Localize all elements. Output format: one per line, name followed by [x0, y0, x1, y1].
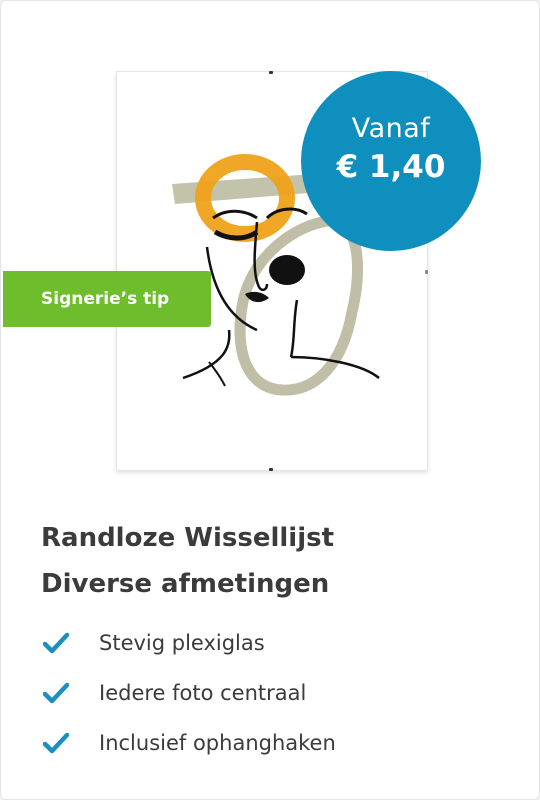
- feature-item: Stevig plexiglas: [41, 621, 336, 671]
- feature-label: Inclusief ophanghaken: [99, 731, 336, 755]
- price-badge: Vanaf € 1,40: [301, 71, 481, 251]
- check-icon: [43, 682, 69, 704]
- product-title-line1[interactable]: Randloze Wissellijst: [41, 515, 334, 561]
- check-icon: [43, 632, 69, 654]
- check-icon: [43, 732, 69, 754]
- feature-item: Iedere foto centraal: [41, 671, 336, 721]
- tip-badge: Signerie’s tip: [3, 271, 211, 327]
- product-card[interactable]: Vanaf € 1,40 Signerie’s tip Randloze Wis…: [0, 0, 540, 800]
- feature-item: Inclusief ophanghaken: [41, 721, 336, 771]
- clip-top: [269, 71, 273, 74]
- feature-label: Stevig plexiglas: [99, 631, 265, 655]
- feature-label: Iedere foto centraal: [99, 681, 307, 705]
- clip-bottom: [269, 468, 273, 471]
- product-title-line2[interactable]: Diverse afmetingen: [41, 561, 334, 607]
- product-title[interactable]: Randloze Wissellijst Diverse afmetingen: [41, 515, 334, 607]
- clip-right: [425, 270, 428, 274]
- price-value: € 1,40: [336, 149, 446, 185]
- price-prefix: Vanaf: [351, 113, 431, 144]
- feature-list: Stevig plexiglas Iedere foto centraal In…: [41, 621, 336, 771]
